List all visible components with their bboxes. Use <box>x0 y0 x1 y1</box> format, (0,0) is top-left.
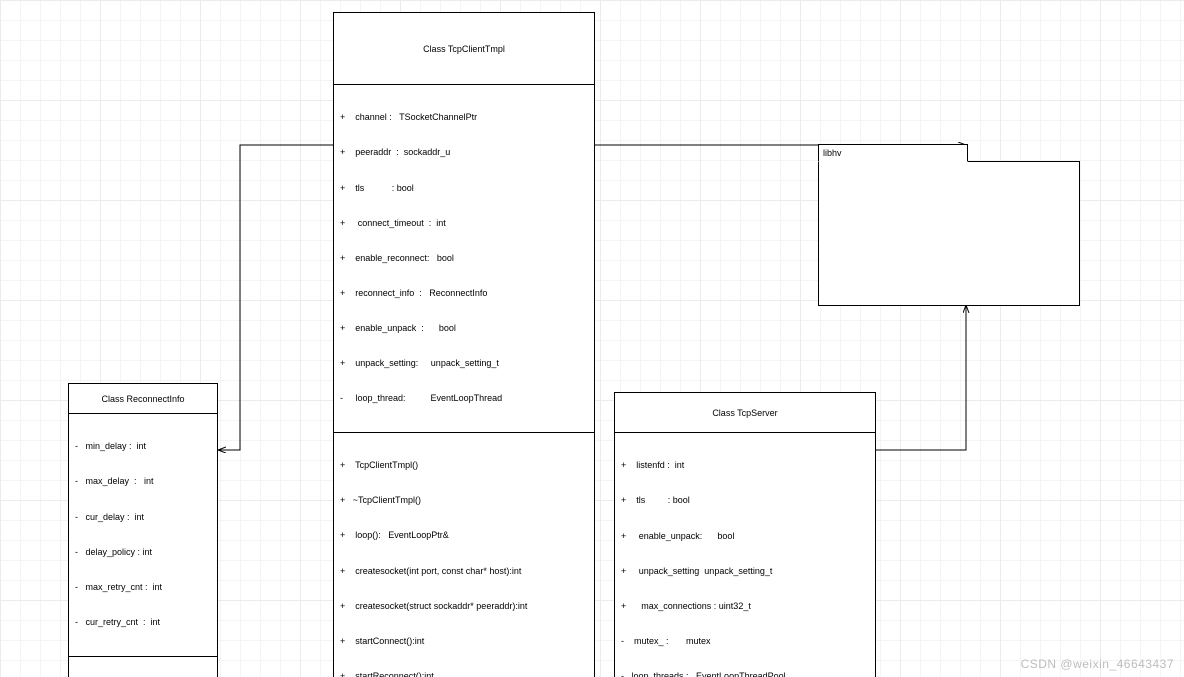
class-operations: ReconnectInfo() <box>69 657 217 677</box>
attr: - loop_thread: EventLoopThread <box>340 393 588 405</box>
class-tcpserver: Class TcpServer + listenfd : int + tls :… <box>614 392 876 677</box>
attr: + unpack_setting unpack_setting_t <box>621 566 869 578</box>
attr: + listenfd : int <box>621 460 869 472</box>
attr: + unpack_setting: unpack_setting_t <box>340 358 588 370</box>
attr: + connect_timeout : int <box>340 218 588 230</box>
class-attributes: + channel : TSocketChannelPtr + peeraddr… <box>334 85 594 433</box>
attr: - max_delay : int <box>75 476 211 488</box>
class-name: Class ReconnectInfo <box>69 384 217 414</box>
class-name: Class TcpClientTmpl <box>334 13 594 85</box>
attr: + max_connections : uint32_t <box>621 601 869 613</box>
attr: + channel : TSocketChannelPtr <box>340 112 588 124</box>
class-reconnectinfo: Class ReconnectInfo - min_delay : int - … <box>68 383 218 677</box>
package-libhv: libhv <box>819 145 1079 305</box>
class-attributes: + listenfd : int + tls : bool + enable_u… <box>615 433 875 677</box>
op: + createsocket(struct sockaddr* peeraddr… <box>340 601 588 613</box>
attr: - mutex_ : mutex <box>621 636 869 648</box>
package-body <box>818 161 1080 306</box>
class-name: Class TcpServer <box>615 393 875 433</box>
attr: - cur_delay : int <box>75 512 211 524</box>
class-attributes: - min_delay : int - max_delay : int - cu… <box>69 414 217 657</box>
attr: + enable_unpack: bool <box>621 531 869 543</box>
op: + TcpClientTmpl() <box>340 460 588 472</box>
attr: + reconnect_info : ReconnectInfo <box>340 288 588 300</box>
op: + startConnect():int <box>340 636 588 648</box>
attr: - max_retry_cnt : int <box>75 582 211 594</box>
attr: - cur_retry_cnt : int <box>75 617 211 629</box>
op: + loop(): EventLoopPtr& <box>340 530 588 542</box>
attr: - min_delay : int <box>75 441 211 453</box>
attr: + tls : bool <box>340 183 588 195</box>
attr: + enable_unpack : bool <box>340 323 588 335</box>
op: + createsocket(int port, const char* hos… <box>340 566 588 578</box>
op: + startReconnect():int <box>340 671 588 677</box>
watermark: CSDN @weixin_46643437 <box>1021 657 1174 671</box>
attr: + enable_reconnect: bool <box>340 253 588 265</box>
attr: - loop_threads : EventLoopThreadPool <box>621 671 869 677</box>
attr: + peeraddr : sockaddr_u <box>340 147 588 159</box>
package-name: libhv <box>818 144 968 162</box>
class-tcpclienttmpl: Class TcpClientTmpl + channel : TSocketC… <box>333 12 595 677</box>
op: + ~TcpClientTmpl() <box>340 495 588 507</box>
attr: + tls : bool <box>621 495 869 507</box>
attr: - delay_policy : int <box>75 547 211 559</box>
class-operations: + TcpClientTmpl() + ~TcpClientTmpl() + l… <box>334 433 594 677</box>
